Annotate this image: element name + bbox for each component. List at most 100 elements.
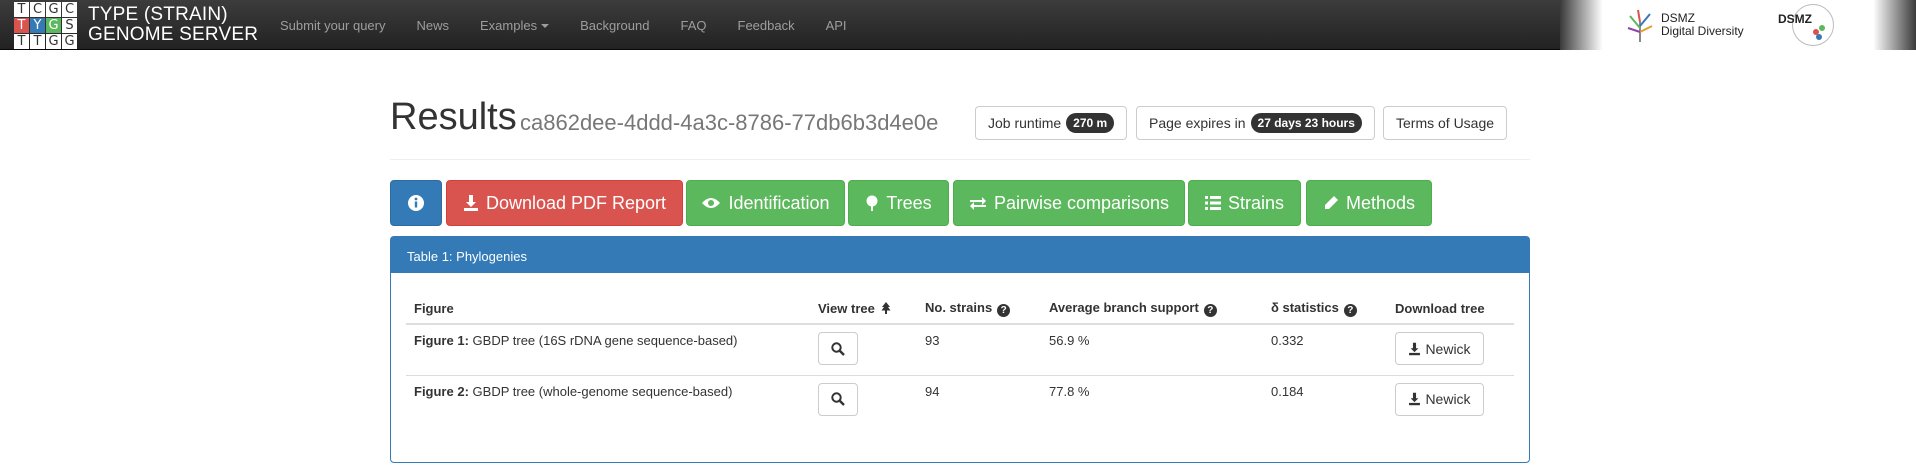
tab-strains[interactable]: Strains [1188, 180, 1301, 226]
figure-label: Figure 2: [414, 383, 469, 399]
tab-trees[interactable]: Trees [848, 180, 949, 226]
tygs-logo: T C G C T Y G S T T G G [14, 1, 77, 49]
logo-cell: S [62, 17, 77, 33]
job-runtime-badge: 270 m [1066, 113, 1115, 133]
nav-background[interactable]: Background [580, 18, 649, 33]
nav-examples-dropdown[interactable]: Examples [480, 17, 550, 33]
list-icon [1204, 196, 1221, 210]
download-pdf-report-button[interactable]: Download PDF Report [446, 180, 683, 226]
figure-description: GBDP tree (16S rDNA gene sequence-based) [472, 333, 738, 348]
col-no-strains: No. strains? [917, 293, 1041, 325]
brand-line-1: TYPE (STRAIN) [88, 4, 228, 25]
terms-of-usage-button[interactable]: Terms of Usage [1383, 106, 1508, 140]
tab-trees-label: Trees [886, 192, 932, 213]
support-cell: 77.8 % [1041, 374, 1263, 426]
col-delta-statistics: δ statistics? [1263, 293, 1387, 325]
search-icon [831, 341, 845, 356]
info-circle-icon [408, 195, 424, 211]
logo-cell: T [14, 17, 29, 33]
nav-news[interactable]: News [417, 18, 450, 33]
logo-cell: C [62, 1, 77, 17]
panel-title: Table 1: Phylogenies [391, 237, 1529, 273]
nav-feedback[interactable]: Feedback [738, 18, 795, 33]
logo-cell: G [46, 1, 61, 17]
view-tree-button[interactable] [818, 332, 858, 365]
job-runtime-button[interactable]: Job runtime 270 m [975, 106, 1128, 140]
tab-strains-label: Strains [1227, 192, 1285, 213]
help-icon[interactable]: ? [1343, 303, 1357, 317]
dsmz-dd-line-2: Digital Diversity [1661, 24, 1744, 38]
search-icon [831, 392, 845, 406]
delta-cell: 0.332 [1271, 333, 1304, 348]
job-id: ca862dee-4ddd-4a3c-8786-77db6b3d4e0e [520, 110, 939, 135]
figure-cell: Figure 2: GBDP tree (whole-genome sequen… [406, 374, 810, 426]
logo-cell: G [46, 17, 61, 33]
download-icon [1409, 392, 1421, 406]
brand-line-2: GENOME SERVER [88, 24, 259, 45]
nav-submit-query[interactable]: Submit your query [280, 18, 386, 33]
figure-cell: Figure 1: GBDP tree (16S rDNA gene seque… [406, 324, 810, 375]
strains-cell: 93 [925, 333, 940, 348]
page-expires-badge: 27 days 23 hours [1250, 113, 1362, 133]
tab-pairwise-comparisons[interactable]: Pairwise comparisons [953, 180, 1185, 226]
download-pdf-label: Download PDF Report [485, 192, 667, 213]
tree-icon [1627, 9, 1653, 42]
tree-icon [865, 195, 879, 211]
dsmz-digital-diversity-link[interactable]: DSMZ Digital Diversity [1625, 8, 1744, 42]
col-download-tree: Download tree [1387, 293, 1514, 325]
figure-label: Figure 1: [414, 333, 469, 348]
download-newick-button[interactable]: Newick [1395, 332, 1484, 365]
nav-faq[interactable]: FAQ [680, 18, 706, 33]
download-icon [1409, 342, 1421, 355]
phylogenies-panel: Table 1: Phylogenies Figure View tree No… [390, 236, 1530, 463]
tab-info[interactable] [390, 180, 442, 226]
brand-name: TYPE (STRAIN) GENOME SERVER [88, 5, 258, 45]
download-newick-button[interactable]: Newick [1395, 382, 1484, 416]
logo-cell: C [30, 1, 45, 17]
newick-label: Newick [1425, 391, 1471, 407]
dsmz-dd-text: DSMZ Digital Diversity [1661, 12, 1744, 38]
logo-cell: G [62, 33, 77, 49]
logo-cell: T [30, 33, 45, 49]
col-view-tree-label: View tree [818, 300, 875, 316]
top-navbar: T C G C T Y G S T T G G TYPE (STRAIN) GE… [0, 0, 1916, 50]
page-header: Results ca862dee-4ddd-4a3c-8786-77db6b3d… [390, 96, 1530, 160]
download-cell: Newick [1387, 374, 1514, 426]
phylogenies-table: Figure View tree No. strains? Average br… [406, 293, 1514, 426]
eye-icon [701, 196, 721, 210]
pencil-icon [1323, 195, 1339, 211]
download-icon [463, 194, 479, 212]
table-header-row: Figure View tree No. strains? Average br… [406, 293, 1514, 325]
help-icon[interactable]: ? [997, 303, 1011, 317]
col-no-strains-label: No. strains [925, 299, 993, 315]
table-row: Figure 1: GBDP tree (16S rDNA gene seque… [406, 324, 1514, 375]
view-tree-cell [810, 324, 917, 375]
job-runtime-label: Job runtime [988, 115, 1062, 131]
delta-cell: 0.184 [1263, 374, 1387, 426]
caret-down-icon [541, 24, 550, 29]
tab-identification[interactable]: Identification [686, 180, 845, 226]
nav-examples-label: Examples [480, 17, 538, 33]
logo-cell: G [46, 33, 61, 49]
col-delta-label: δ statistics [1271, 299, 1339, 315]
page-expires-button[interactable]: Page expires in 27 days 23 hours [1136, 106, 1375, 140]
tree-icon [881, 301, 891, 314]
view-tree-cell [810, 374, 917, 426]
logo-cell: T [14, 1, 29, 17]
nav-api[interactable]: API [826, 18, 847, 33]
view-tree-button[interactable] [818, 382, 858, 416]
strains-cell: 94 [917, 374, 1041, 426]
col-view-tree: View tree [810, 293, 917, 325]
tab-identification-label: Identification [728, 192, 830, 213]
dsmz-logo-text: DSMZ [1778, 12, 1812, 26]
brand[interactable]: T C G C T Y G S T T G G TYPE (STRAIN) GE… [14, 1, 258, 49]
tab-methods[interactable]: Methods [1306, 180, 1432, 226]
table-row: Figure 2: GBDP tree (whole-genome sequen… [406, 374, 1514, 426]
col-avg-support-label: Average branch support [1049, 299, 1199, 315]
dsmz-logo-area: DSMZ Digital Diversity DSMZ [1560, 0, 1916, 50]
logo-cell: Y [30, 17, 45, 33]
download-cell: Newick [1387, 324, 1514, 375]
nav-links: Submit your query News Examples Backgrou… [280, 0, 878, 50]
tab-pairwise-label: Pairwise comparisons [993, 192, 1170, 213]
help-icon[interactable]: ? [1203, 303, 1217, 317]
